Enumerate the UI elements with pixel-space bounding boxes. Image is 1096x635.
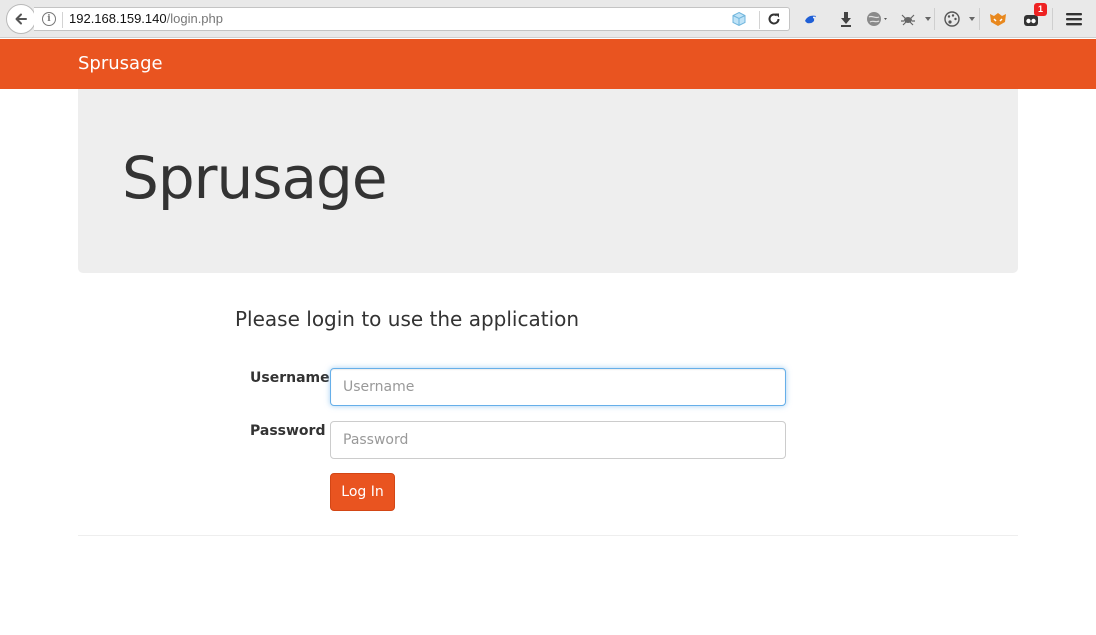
jumbotron: Sprusage <box>78 89 1018 273</box>
login-button[interactable]: Log In <box>330 473 395 511</box>
page-title: Sprusage <box>122 144 387 212</box>
back-button[interactable] <box>6 4 36 34</box>
url-divider <box>759 11 760 29</box>
palette-extension-icon[interactable] <box>941 8 963 30</box>
reload-icon[interactable] <box>766 11 782 27</box>
chevron-down-icon[interactable] <box>966 8 978 30</box>
url-host: 192.168.159.140 <box>69 11 167 26</box>
bird-extension-icon[interactable] <box>800 8 822 30</box>
login-heading: Please login to use the application <box>235 307 580 331</box>
info-icon[interactable]: i <box>42 12 56 26</box>
bug-extension-icon[interactable] <box>897 8 919 30</box>
notification-badge: 1 <box>1034 3 1047 16</box>
url-path: /login.php <box>166 11 223 26</box>
hamburger-menu-icon[interactable] <box>1063 8 1085 30</box>
download-icon[interactable] <box>835 8 857 30</box>
address-bar[interactable]: i 192.168.159.140/login.php <box>34 7 790 31</box>
chevron-down-icon[interactable] <box>922 8 934 30</box>
cube-extension-icon[interactable] <box>731 11 747 27</box>
toolbar-divider <box>979 8 980 30</box>
url-text[interactable]: 192.168.159.140/login.php <box>69 11 223 26</box>
navbar: Sprusage <box>0 39 1096 89</box>
username-label: Username <box>250 370 330 386</box>
toolbar-divider <box>934 8 935 30</box>
password-input[interactable] <box>330 421 786 459</box>
back-arrow-icon <box>15 13 27 25</box>
toolbar-divider <box>1052 8 1053 30</box>
notifications-extension-icon[interactable]: 1 <box>1020 3 1047 30</box>
password-label: Password <box>250 423 326 439</box>
browser-toolbar: i 192.168.159.140/login.php 1 <box>0 0 1096 38</box>
navbar-brand[interactable]: Sprusage <box>78 53 163 74</box>
footer-divider <box>78 535 1018 536</box>
username-input[interactable] <box>330 368 786 406</box>
url-divider <box>62 12 63 28</box>
fox-extension-icon[interactable] <box>987 8 1009 30</box>
globe-extension-icon[interactable] <box>864 8 892 30</box>
